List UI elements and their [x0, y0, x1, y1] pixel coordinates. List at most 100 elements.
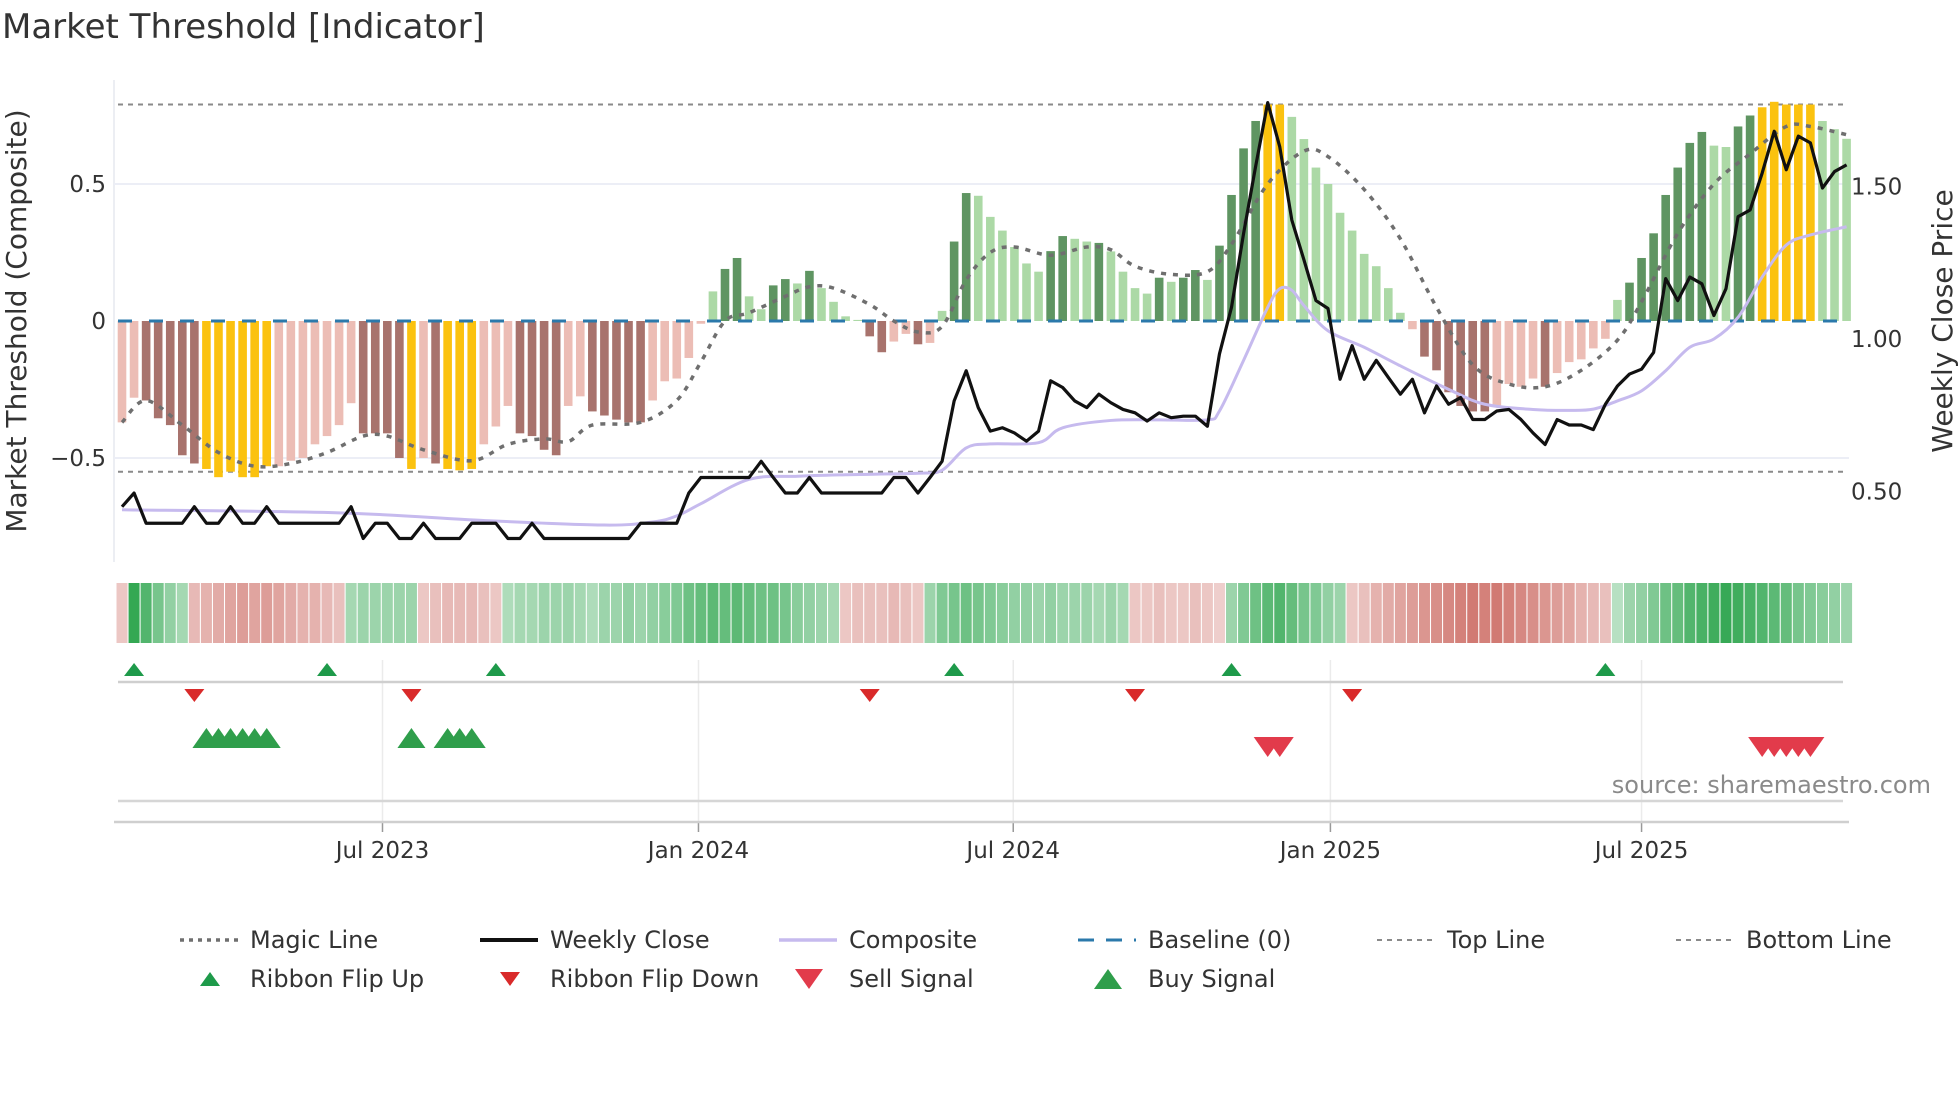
- legend-item: Bottom Line: [1676, 926, 1892, 954]
- composite-bar: [1685, 142, 1695, 321]
- composite-bar: [334, 321, 344, 426]
- ribbon-cell: [1382, 583, 1394, 643]
- composite-bar: [575, 321, 585, 397]
- ribbon-cell: [731, 583, 743, 643]
- ribbon-cell: [1238, 583, 1250, 643]
- ribbon-cell: [1322, 583, 1334, 643]
- ribbon-cell: [1648, 583, 1660, 643]
- ribbon-cell: [683, 583, 695, 643]
- ribbon-cell: [598, 583, 610, 643]
- ribbon-cell: [249, 583, 261, 643]
- x-tick-label: Jan 2025: [1278, 838, 1381, 864]
- y-tick-label-left: 0.5: [69, 172, 106, 198]
- ribbon-cell: [466, 583, 478, 643]
- ribbon-cell: [321, 583, 333, 643]
- ribbon-cell: [405, 583, 417, 643]
- ribbon-cell: [815, 583, 827, 643]
- composite-line: [121, 225, 1847, 527]
- ribbon-cell: [1696, 583, 1708, 643]
- ribbon-cell: [1611, 583, 1623, 643]
- ribbon-cell: [1660, 583, 1672, 643]
- ribbon-cell: [164, 583, 176, 643]
- ribbon-cell: [1455, 583, 1467, 643]
- ribbon-cell: [176, 583, 188, 643]
- legend-label: Top Line: [1446, 926, 1545, 954]
- composite-bar: [1806, 104, 1815, 321]
- ribbon-cell: [1298, 583, 1310, 643]
- ribbon-cell: [1467, 583, 1479, 643]
- composite-bar: [178, 321, 187, 456]
- ribbon-cell: [779, 583, 791, 643]
- ribbon-cell: [1033, 583, 1045, 643]
- ribbon-cell: [1672, 583, 1684, 643]
- ribbon-flip-up-marker: [317, 663, 338, 676]
- composite-bar: [1818, 120, 1827, 321]
- ribbon-cell: [828, 583, 840, 643]
- ribbon-cell: [1491, 583, 1503, 643]
- triangle-down-icon: [500, 972, 520, 986]
- ribbon-cell: [478, 583, 490, 643]
- composite-bar: [781, 279, 790, 321]
- legend-label: Ribbon Flip Up: [250, 965, 424, 993]
- composite-bar: [286, 321, 296, 461]
- legend-label: Baseline (0): [1148, 926, 1291, 954]
- composite-bar: [744, 296, 754, 321]
- composite-bar: [129, 321, 139, 398]
- composite-bar: [274, 321, 284, 467]
- composite-bar: [1010, 247, 1019, 321]
- ribbon-cell: [1153, 583, 1165, 643]
- legend-label: Composite: [849, 926, 977, 954]
- triangle-up-icon: [200, 972, 220, 986]
- composite-bar: [455, 321, 464, 471]
- composite-bar: [346, 321, 356, 404]
- ribbon-cell: [345, 583, 357, 643]
- composite-bar: [1154, 277, 1164, 321]
- legend-label: Weekly Close: [550, 926, 710, 954]
- y-axis-label-left: Market Threshold (Composite): [0, 109, 33, 532]
- composite-bar: [720, 268, 730, 321]
- legend-item: Magic Line: [180, 926, 378, 954]
- ribbon-cell: [1394, 583, 1406, 643]
- y-tick-label-right: 1.50: [1851, 175, 1902, 201]
- composite-bar: [1625, 282, 1634, 321]
- ribbon-cell: [1563, 583, 1575, 643]
- ribbon-cell: [538, 583, 550, 643]
- y-tick-label-left: 0: [91, 309, 106, 335]
- ribbon-flip-down-marker: [184, 689, 205, 702]
- composite-bar: [1528, 321, 1538, 379]
- composite-bar: [1215, 245, 1224, 321]
- composite-bar: [1564, 321, 1574, 363]
- ribbon-cell: [237, 583, 249, 643]
- x-tick-label: Jul 2024: [964, 838, 1060, 864]
- buy-signal-marker: [397, 728, 426, 748]
- composite-bar: [1299, 139, 1309, 321]
- ribbon-cell: [1732, 583, 1744, 643]
- legend-label: Buy Signal: [1148, 965, 1275, 993]
- ribbon-flip-up-marker: [124, 663, 145, 676]
- composite-bar: [1046, 251, 1055, 321]
- source-label: source: sharemaestro.com: [1612, 771, 1931, 799]
- composite-bar: [998, 230, 1007, 321]
- ribbon-cell: [1744, 583, 1756, 643]
- composite-bar: [1142, 293, 1152, 321]
- ribbon-cell: [1334, 583, 1346, 643]
- composite-bar: [1178, 277, 1188, 321]
- composite-bar: [443, 321, 452, 469]
- ribbon-cell: [1250, 583, 1262, 643]
- legend-label: Ribbon Flip Down: [550, 965, 759, 993]
- ribbon-cell: [876, 583, 888, 643]
- ribbon-cell: [1045, 583, 1057, 643]
- legend-item: Baseline (0): [1078, 926, 1291, 954]
- legend-item: Ribbon Flip Up: [200, 965, 424, 993]
- composite-bar: [298, 321, 308, 458]
- ribbon-cell: [1081, 583, 1093, 643]
- ribbon-cell: [393, 583, 405, 643]
- ribbon-cell: [767, 583, 779, 643]
- ribbon-cell: [454, 583, 466, 643]
- ribbon-cell: [1141, 583, 1153, 643]
- ribbon-cell: [1201, 583, 1213, 643]
- composite-bar: [1371, 266, 1381, 321]
- composite-bar: [383, 321, 392, 434]
- composite-bar: [563, 321, 573, 406]
- composite-bar: [648, 321, 657, 401]
